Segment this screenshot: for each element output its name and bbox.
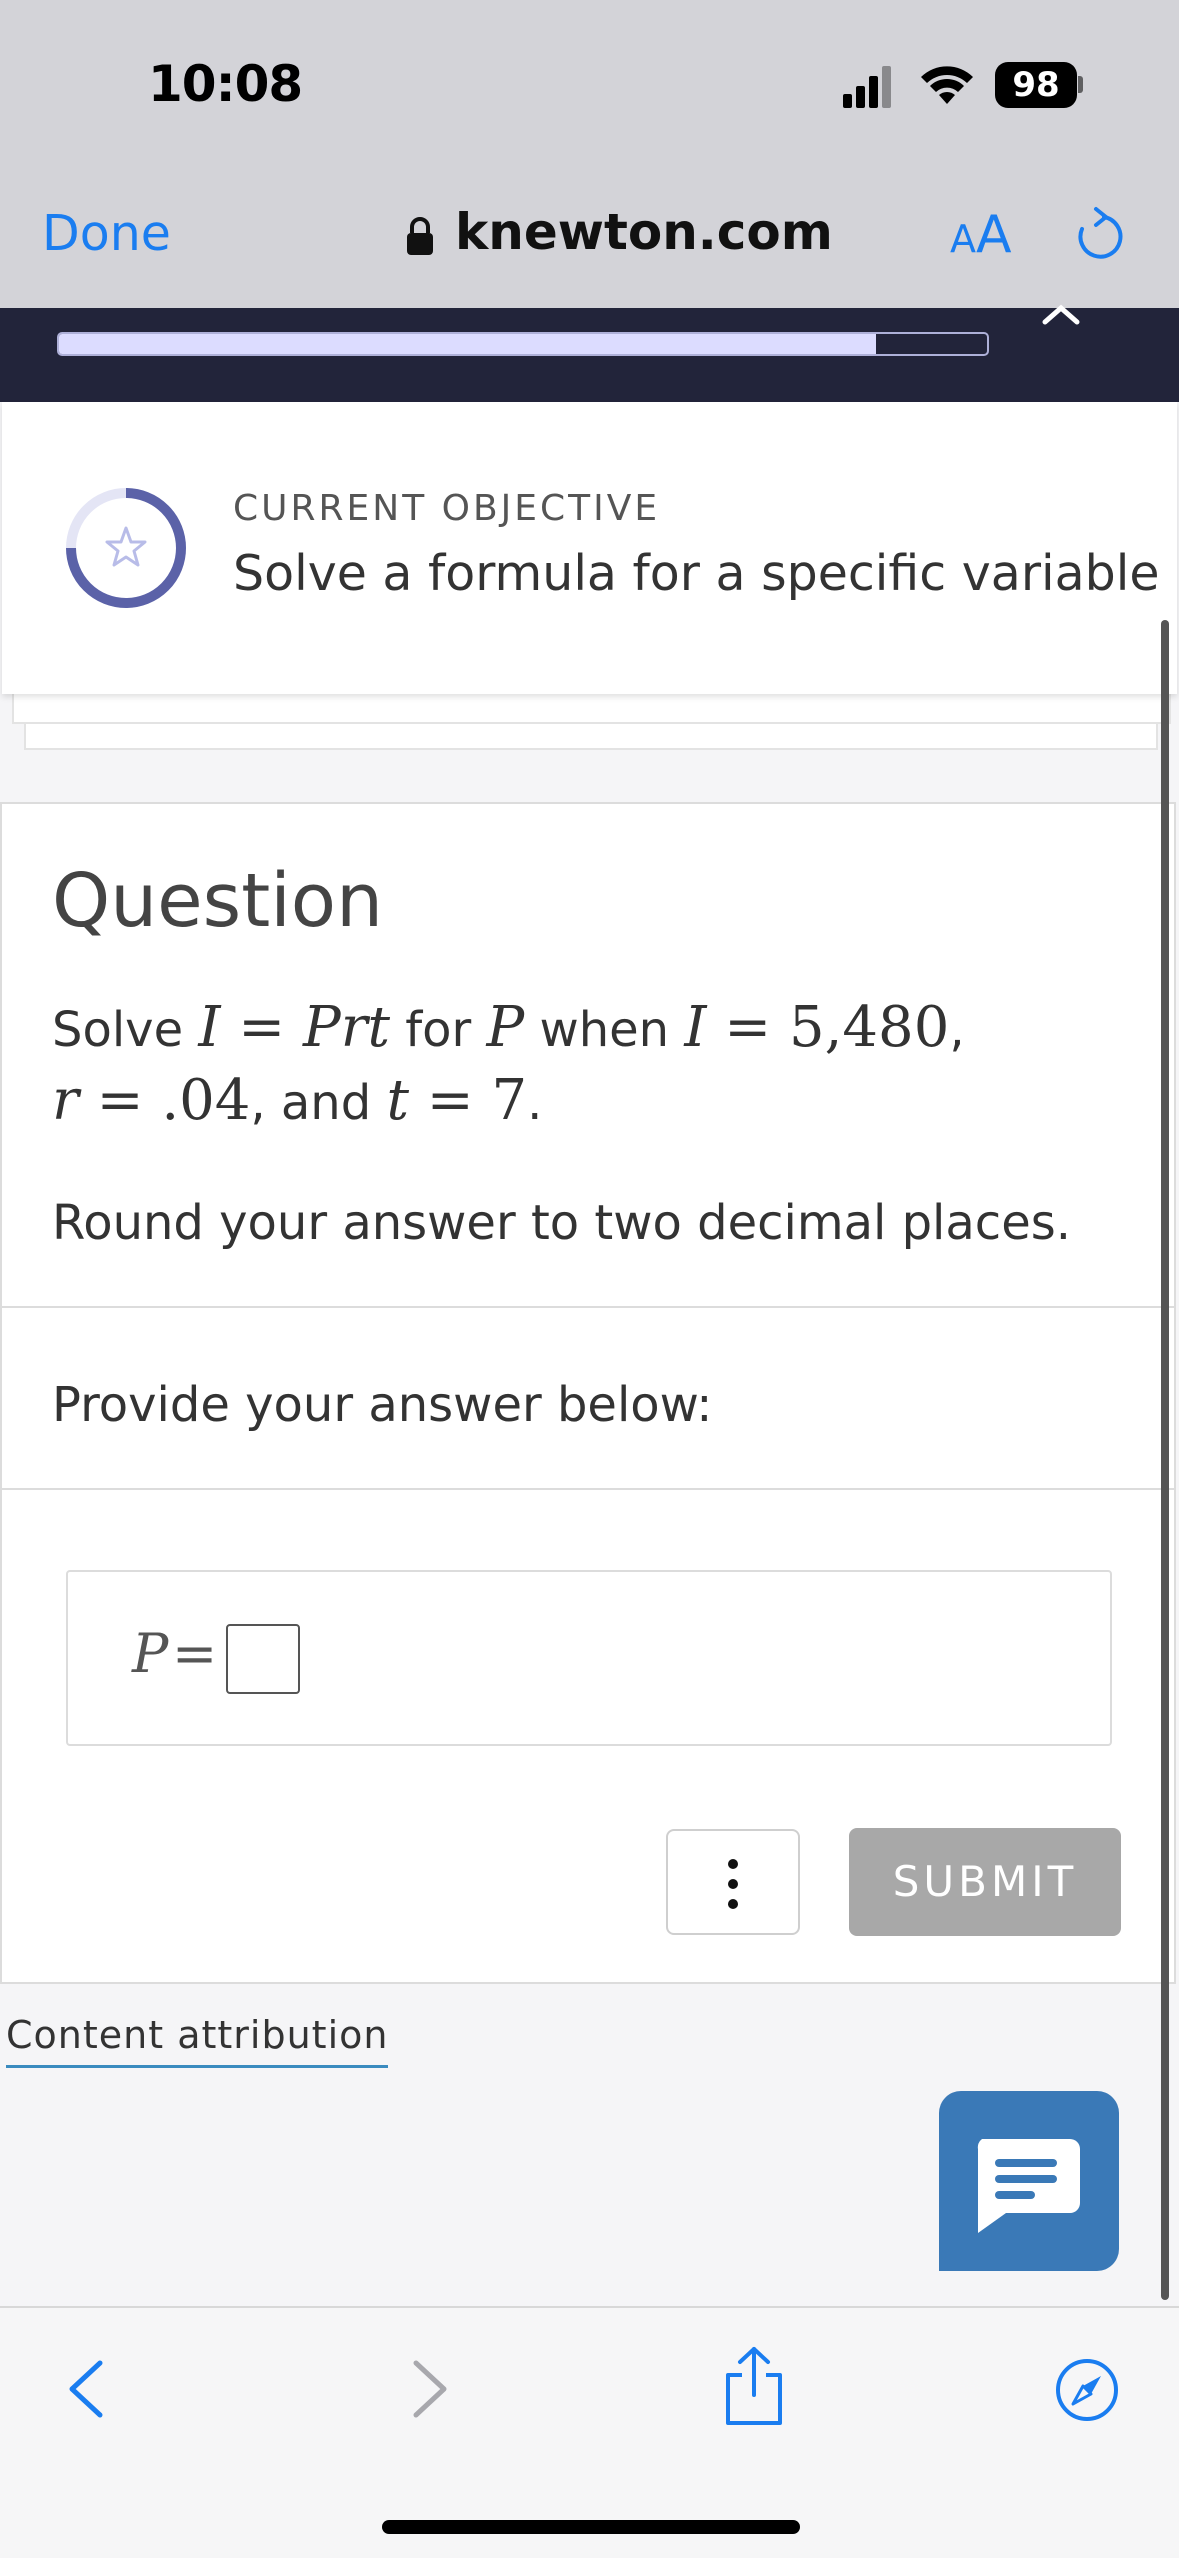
progress-bar-fill <box>59 334 876 354</box>
math-var-t: t <box>386 1068 409 1133</box>
objective-progress-ring <box>66 488 186 608</box>
forward-arrow-icon[interactable] <box>404 2357 454 2421</box>
submit-button[interactable]: SUBMIT <box>849 1828 1121 1936</box>
math-equals: = <box>408 1068 492 1133</box>
math-var-P: P <box>486 995 525 1060</box>
answer-area <box>66 1570 1112 1746</box>
answer-prompt: Provide your answer below: <box>52 1377 713 1433</box>
answer-variable: P <box>132 1622 169 1685</box>
back-arrow-icon[interactable] <box>62 2357 112 2421</box>
problem-statement-line-1: Solve I = Prt for P when I = 5,480, <box>52 995 965 1060</box>
page-scrollbar[interactable] <box>1161 620 1169 2300</box>
math-equals: = <box>78 1068 162 1133</box>
done-button[interactable]: Done <box>42 205 171 262</box>
math-var-I: I <box>198 995 221 1060</box>
math-value-t: 7 <box>491 1068 528 1133</box>
problem-text: Solve <box>52 1002 199 1058</box>
question-title: Question <box>52 858 383 944</box>
progress-bar <box>57 332 989 356</box>
math-value-r: .04 <box>161 1068 251 1133</box>
collapse-chevron-icon[interactable] <box>1042 302 1080 326</box>
battery-indicator: 98 <box>995 62 1077 108</box>
status-time: 10:08 <box>148 55 303 113</box>
problem-text: , <box>949 1002 965 1058</box>
wifi-icon <box>921 66 973 104</box>
text-size-large-glyph: A <box>976 205 1012 265</box>
cellular-signal-icon <box>843 60 893 108</box>
url-address[interactable]: knewton.com <box>455 203 833 261</box>
text-size-small-glyph: A <box>950 217 976 261</box>
problem-text: when <box>524 1002 685 1058</box>
answer-input[interactable] <box>226 1624 300 1694</box>
answer-equals: = <box>172 1622 218 1685</box>
home-indicator <box>382 2520 800 2534</box>
rounding-instruction: Round your answer to two decimal places. <box>52 1195 1071 1251</box>
problem-text: for <box>389 1002 487 1058</box>
lock-icon <box>407 217 433 255</box>
content-attribution-link[interactable]: Content attribution <box>6 2013 389 2068</box>
battery-cap <box>1078 76 1083 93</box>
reload-icon[interactable] <box>1070 205 1124 263</box>
math-expr-Prt: Prt <box>303 995 390 1060</box>
text-size-button[interactable]: AA <box>950 205 1012 265</box>
math-equals: = <box>706 995 789 1060</box>
objective-label: CURRENT OBJECTIVE <box>233 488 661 529</box>
section-divider <box>0 1488 1176 1490</box>
problem-text: . <box>527 1075 543 1131</box>
more-options-icon[interactable] <box>666 1829 800 1935</box>
math-var-I: I <box>684 995 707 1060</box>
math-var-r: r <box>52 1068 79 1133</box>
star-icon <box>105 526 147 567</box>
section-divider <box>0 1306 1176 1308</box>
objective-text: Solve a formula for a specific variable <box>233 545 1160 602</box>
problem-text: , and <box>250 1075 387 1131</box>
math-value-I: 5,480 <box>789 995 950 1060</box>
share-icon[interactable] <box>720 2345 788 2427</box>
chat-button[interactable] <box>939 2091 1119 2271</box>
math-equals: = <box>220 995 304 1060</box>
compass-icon[interactable] <box>1054 2357 1120 2423</box>
chat-icon <box>977 2139 1080 2233</box>
problem-statement-line-2: r = .04, and t = 7. <box>52 1068 542 1133</box>
